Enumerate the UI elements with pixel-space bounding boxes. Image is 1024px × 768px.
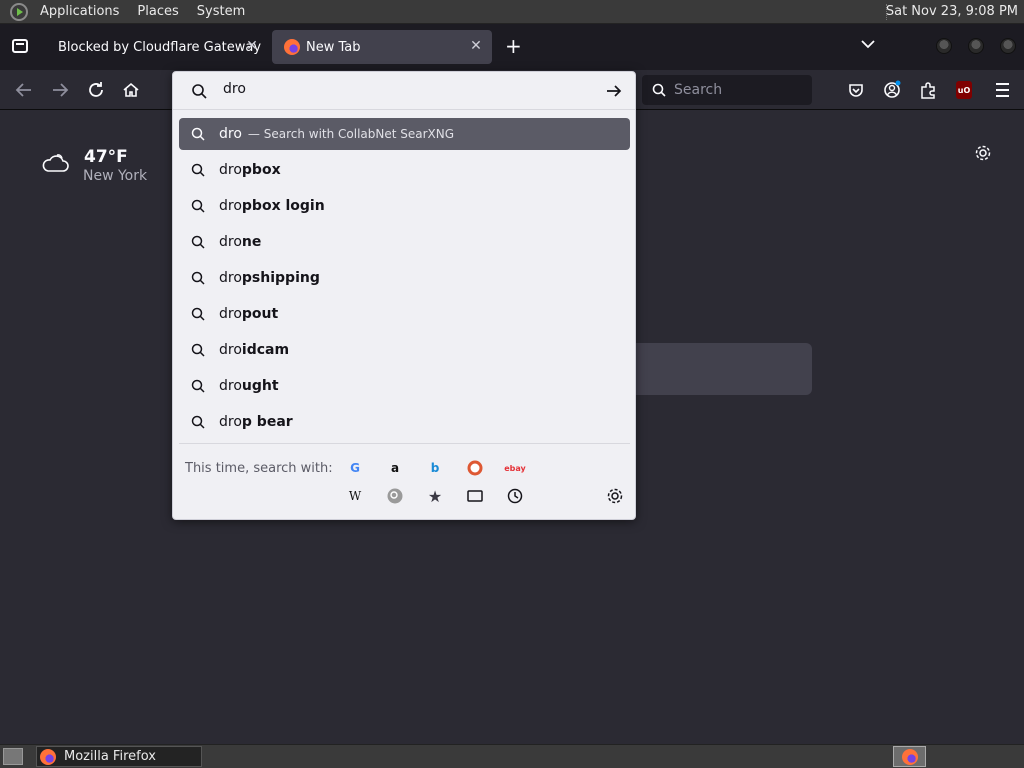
tab-label: New Tab (306, 39, 361, 55)
workspace-switcher[interactable] (893, 746, 926, 767)
one-off-label: This time, search with: (185, 461, 333, 476)
tab-blocked[interactable]: Blocked by Cloudflare Gateway ✕ (44, 30, 268, 64)
wikipedia-icon[interactable]: W (346, 487, 364, 505)
suggestion-completion: pbox (241, 162, 281, 178)
page-search-box[interactable] (620, 343, 812, 395)
suggestion-row[interactable]: dro pshipping (179, 262, 630, 294)
firefox-icon (40, 748, 56, 765)
search-bar[interactable]: Search (642, 75, 812, 105)
suggestion-row[interactable]: dro pbox login (179, 190, 630, 222)
extensions-puzzle-icon[interactable] (918, 80, 938, 100)
suggestion-typed: dro (219, 306, 242, 322)
suggestion-typed: dro (219, 270, 242, 286)
forward-arrow-icon[interactable] (48, 78, 72, 102)
search-icon (191, 235, 205, 249)
bottom-taskbar: Mozilla Firefox (0, 744, 1024, 768)
minimize-window-button[interactable] (936, 38, 952, 54)
tab-strip: Blocked by Cloudflare Gateway ✕ New Tab … (0, 24, 1024, 70)
search-icon (191, 199, 205, 213)
cloud-weather-icon (42, 154, 69, 172)
hamburger-menu-icon[interactable] (992, 80, 1012, 100)
divider (179, 443, 630, 444)
amazon-icon[interactable]: a (386, 459, 404, 477)
suggestion-typed: dro (219, 414, 242, 430)
suggestion-completion: pout (241, 306, 279, 322)
maximize-window-button[interactable] (968, 38, 984, 54)
close-tab-icon[interactable]: ✕ (468, 38, 484, 54)
chevron-down-icon[interactable] (860, 38, 876, 50)
search-icon (191, 415, 205, 429)
suggestion-typed: dro (219, 378, 242, 394)
suggestion-row[interactable]: dro pout (179, 298, 630, 330)
firefox-icon (284, 39, 300, 55)
search-icon (191, 163, 205, 177)
urlbar-input[interactable] (223, 81, 583, 97)
search-icon (652, 83, 666, 97)
close-tab-icon[interactable]: ✕ (244, 38, 260, 54)
bookmarks-star-icon[interactable]: ★ (426, 487, 444, 506)
system-menu[interactable]: System (191, 4, 251, 19)
weather-temperature: 47°F (84, 147, 128, 167)
search-bar-placeholder: Search (674, 82, 723, 98)
weather-location: New York (83, 168, 148, 184)
suggestion-row[interactable]: dro idcam (179, 334, 630, 366)
firefox-icon (901, 748, 918, 765)
firefox-view-icon[interactable] (12, 39, 28, 53)
new-tab-plus-icon[interactable]: + (505, 36, 522, 56)
panel-clock[interactable]: Sat Nov 23, 9:08 PM (886, 4, 1018, 19)
search-icon (192, 84, 207, 99)
applications-menu[interactable]: Applications (34, 4, 125, 19)
taskbar-window-label: Mozilla Firefox (64, 749, 156, 764)
search-icon (191, 307, 205, 321)
gear-icon[interactable] (974, 144, 992, 162)
suggestion-completion: idcam (241, 342, 290, 358)
go-arrow-icon[interactable] (605, 82, 623, 100)
suggestion-completion: ne (241, 234, 262, 250)
top-panel: Applications Places System Sat Nov 23, 9… (0, 0, 1024, 24)
search-settings-gear-icon[interactable] (606, 487, 624, 505)
ublock-origin-icon[interactable]: uO (956, 81, 972, 99)
history-clock-icon[interactable] (506, 487, 524, 505)
search-icon (191, 343, 205, 357)
suggestion-completion: pbox login (241, 198, 325, 214)
tab-new-tab[interactable]: New Tab ✕ (272, 30, 492, 64)
searxng-icon[interactable] (386, 487, 404, 505)
account-icon[interactable] (882, 80, 902, 100)
close-window-button[interactable] (1000, 38, 1016, 54)
google-icon[interactable]: G (346, 459, 364, 477)
bing-icon[interactable]: b (426, 459, 444, 477)
suggestion-typed: dro (219, 198, 242, 214)
search-icon (191, 127, 205, 141)
suggestion-row[interactable]: dro ught (179, 370, 630, 402)
search-icon (191, 379, 205, 393)
back-arrow-icon[interactable] (12, 78, 36, 102)
pocket-icon[interactable] (846, 80, 866, 100)
ebay-icon[interactable]: ebay (504, 459, 526, 477)
tabs-icon[interactable] (466, 487, 484, 505)
suggestion-row[interactable]: dro pbox (179, 154, 630, 186)
suggestion-typed: dro (219, 342, 242, 358)
heuristic-query: dro (219, 126, 242, 142)
urlbar-dropdown: dro — Search with CollabNet SearXNG This… (172, 71, 636, 520)
heuristic-action: — Search with CollabNet SearXNG (247, 127, 455, 141)
show-desktop-button[interactable] (3, 748, 23, 765)
heuristic-search-row[interactable]: dro — Search with CollabNet SearXNG (179, 118, 630, 150)
places-menu[interactable]: Places (131, 4, 184, 19)
taskbar-window-button[interactable]: Mozilla Firefox (36, 746, 202, 767)
home-icon[interactable] (119, 78, 143, 102)
duckduckgo-icon[interactable] (466, 459, 484, 477)
tab-label: Blocked by Cloudflare Gateway (58, 39, 262, 55)
suggestion-row[interactable]: dro ne (179, 226, 630, 258)
urlbar-input-row (173, 72, 635, 110)
applications-menu-icon[interactable] (10, 2, 28, 21)
suggestion-typed: dro (219, 234, 242, 250)
suggestion-typed: dro (219, 162, 242, 178)
suggestion-completion: pshipping (241, 270, 320, 286)
search-icon (191, 271, 205, 285)
suggestion-completion: p bear (241, 414, 293, 430)
suggestion-row[interactable]: dro p bear (179, 406, 630, 438)
suggestion-completion: ught (241, 378, 279, 394)
reload-icon[interactable] (84, 78, 108, 102)
